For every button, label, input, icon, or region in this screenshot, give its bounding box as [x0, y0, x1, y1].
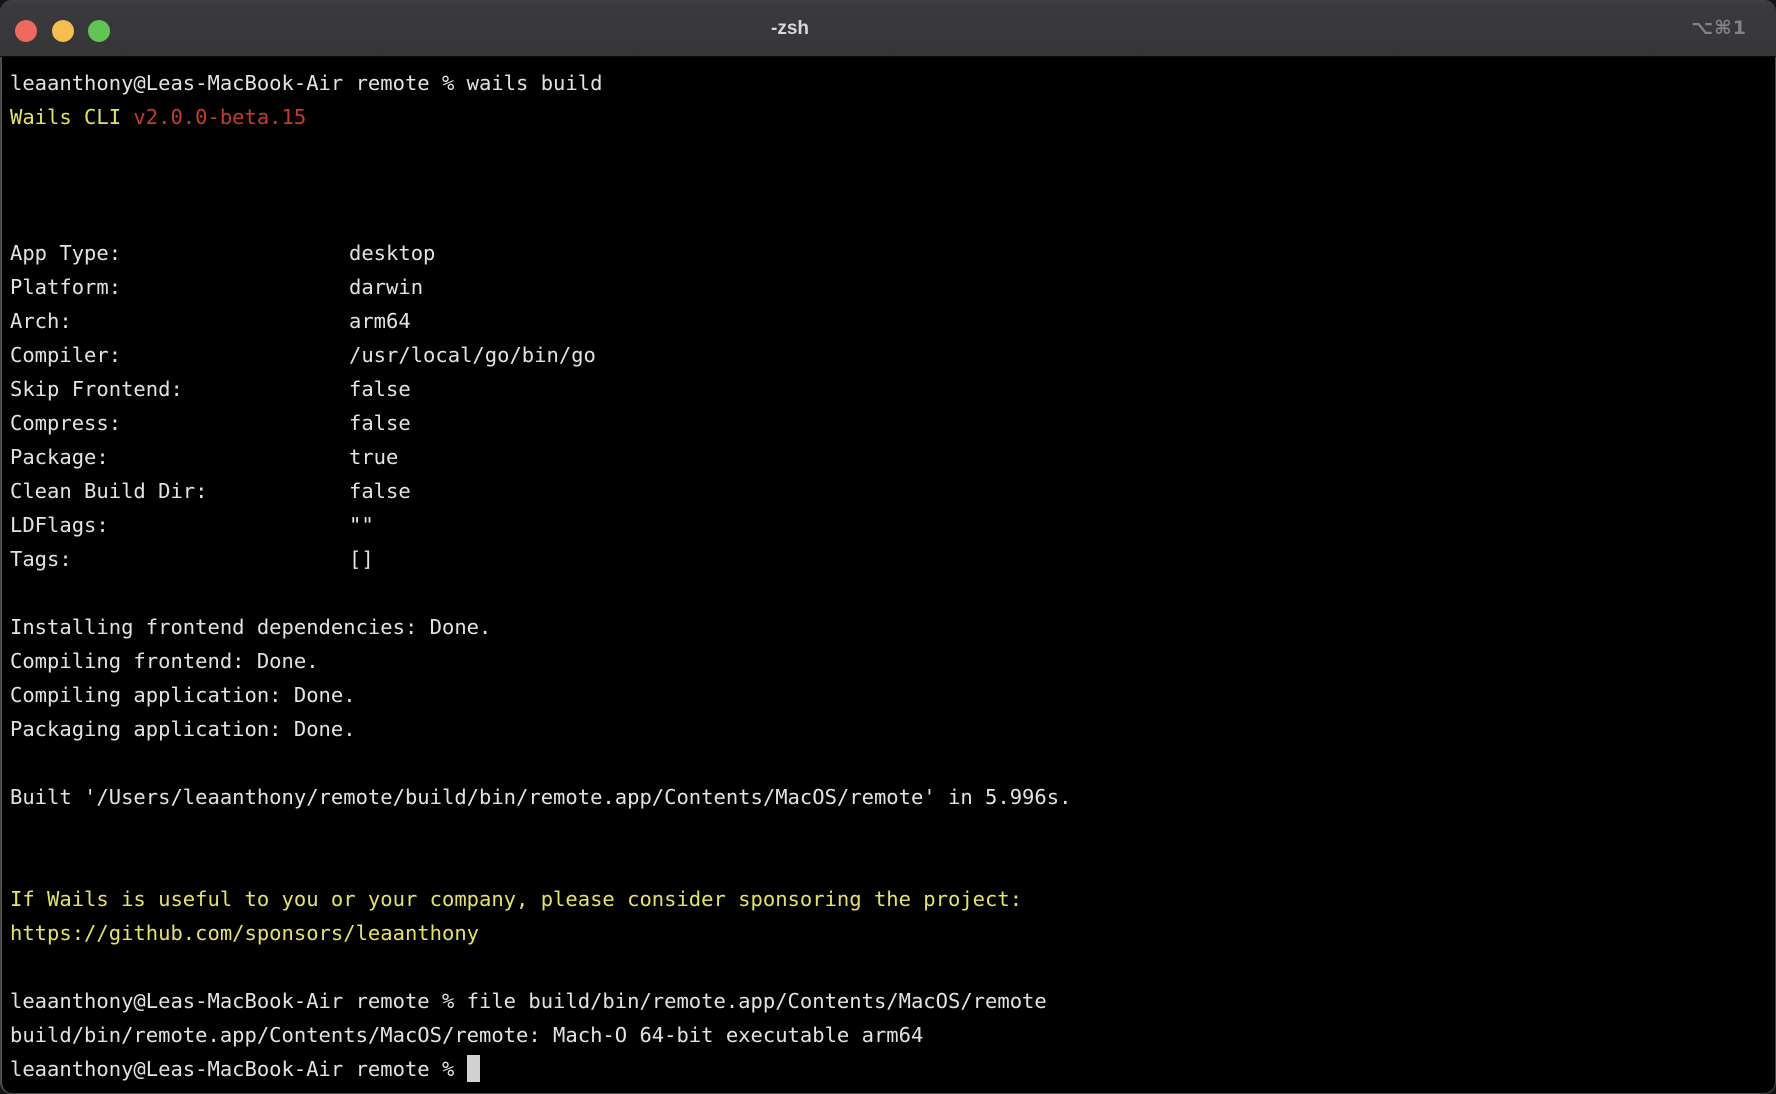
- blank-line: [10, 202, 1766, 236]
- config-label: LDFlags:: [10, 508, 349, 542]
- config-label: Compress:: [10, 406, 349, 440]
- progress-line-frontend-deps: Installing frontend dependencies: Done.: [10, 610, 1766, 644]
- close-button[interactable]: [15, 20, 37, 42]
- config-value: arm64: [349, 309, 411, 333]
- blank-line: [10, 168, 1766, 202]
- config-value: false: [349, 479, 411, 503]
- built-result-line: Built '/Users/leaanthony/remote/build/bi…: [10, 780, 1766, 814]
- progress-line-package-app: Packaging application: Done.: [10, 712, 1766, 746]
- config-row-compress: Compress:false: [10, 406, 1766, 440]
- config-label: Tags:: [10, 542, 349, 576]
- terminal-window: -zsh ⌥⌘1 leaanthony@Leas-MacBook-Air rem…: [0, 0, 1776, 1094]
- blank-line: [10, 848, 1766, 882]
- current-prompt-line: leaanthony@Leas-MacBook-Air remote %: [10, 1052, 1766, 1086]
- config-row-tags: Tags:[]: [10, 542, 1766, 576]
- config-label: Clean Build Dir:: [10, 474, 349, 508]
- progress-line-compile-app: Compiling application: Done.: [10, 678, 1766, 712]
- config-row-app-type: App Type:desktop: [10, 236, 1766, 270]
- prompt-text: leaanthony@Leas-MacBook-Air remote %: [10, 1057, 467, 1081]
- terminal-content[interactable]: leaanthony@Leas-MacBook-Air remote % wai…: [0, 57, 1776, 1086]
- config-row-platform: Platform:darwin: [10, 270, 1766, 304]
- config-value: false: [349, 411, 411, 435]
- blank-line: [10, 576, 1766, 610]
- terminal-cursor: [467, 1055, 480, 1082]
- config-value: true: [349, 445, 398, 469]
- config-row-arch: Arch:arm64: [10, 304, 1766, 338]
- config-label: Compiler:: [10, 338, 349, 372]
- config-label: Arch:: [10, 304, 349, 338]
- config-row-compiler: Compiler:/usr/local/go/bin/go: [10, 338, 1766, 372]
- config-value: darwin: [349, 275, 423, 299]
- window-title: -zsh: [771, 0, 809, 57]
- sponsor-message-line: If Wails is useful to you or your compan…: [10, 882, 1766, 916]
- config-value: /usr/local/go/bin/go: [349, 343, 596, 367]
- minimize-button[interactable]: [52, 20, 74, 42]
- config-row-clean-build-dir: Clean Build Dir:false: [10, 474, 1766, 508]
- config-value: []: [349, 547, 374, 571]
- config-label: Skip Frontend:: [10, 372, 349, 406]
- title-bar[interactable]: -zsh ⌥⌘1: [0, 0, 1776, 57]
- blank-line: [10, 814, 1766, 848]
- config-row-ldflags: LDFlags:"": [10, 508, 1766, 542]
- tab-shortcut-label: ⌥⌘1: [1691, 0, 1747, 57]
- file-command-output-line: build/bin/remote.app/Contents/MacOS/remo…: [10, 1018, 1766, 1052]
- progress-line-compile-frontend: Compiling frontend: Done.: [10, 644, 1766, 678]
- config-label: Platform:: [10, 270, 349, 304]
- wails-version: v2.0.0-beta.15: [133, 105, 306, 129]
- config-row-skip-frontend: Skip Frontend:false: [10, 372, 1766, 406]
- config-value: "": [349, 513, 374, 537]
- prompt-line-file-command: leaanthony@Leas-MacBook-Air remote % fil…: [10, 984, 1766, 1018]
- blank-line: [10, 746, 1766, 780]
- blank-line: [10, 134, 1766, 168]
- prompt-line-wails-build: leaanthony@Leas-MacBook-Air remote % wai…: [10, 66, 1766, 100]
- blank-line: [10, 950, 1766, 984]
- config-value: desktop: [349, 241, 435, 265]
- zoom-button[interactable]: [88, 20, 110, 42]
- config-label: Package:: [10, 440, 349, 474]
- wails-version-line: Wails CLI v2.0.0-beta.15: [10, 100, 1766, 134]
- config-label: App Type:: [10, 236, 349, 270]
- config-row-package: Package:true: [10, 440, 1766, 474]
- wails-cli-label: Wails CLI: [10, 105, 133, 129]
- sponsor-url-link[interactable]: https://github.com/sponsors/leaanthony: [10, 916, 1766, 950]
- config-value: false: [349, 377, 411, 401]
